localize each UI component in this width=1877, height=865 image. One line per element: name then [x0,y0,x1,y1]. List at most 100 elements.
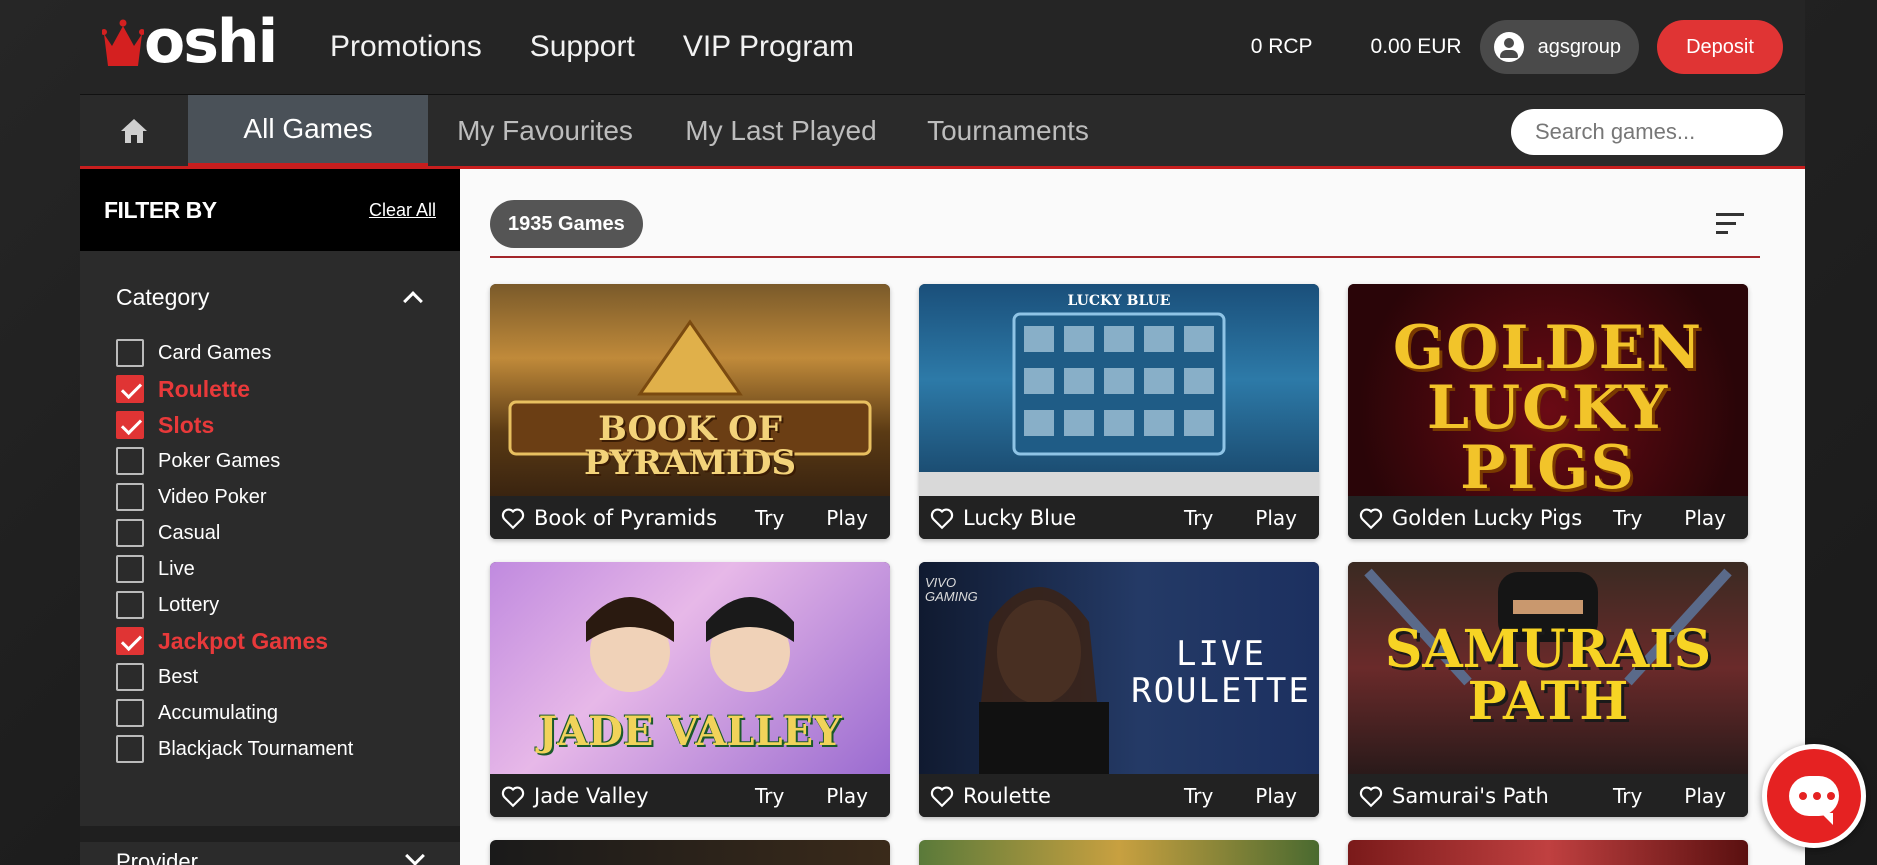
try-button[interactable]: Try [1613,506,1642,530]
category-item[interactable]: Roulette [116,371,424,407]
provider-brand: VIVO GAMING [925,575,978,605]
category-item[interactable]: Best [116,659,424,695]
game-thumbnail[interactable]: VIVO GAMING LIVE ROULETTE [919,562,1319,774]
tab-my-last-played[interactable]: My Last Played [666,95,896,166]
game-thumbnail[interactable]: LUCKY BLUE [919,284,1319,496]
heart-icon[interactable] [1358,783,1384,809]
main-nav: Promotions Support VIP Program [330,30,854,64]
play-button[interactable]: Play [1684,784,1726,808]
checkbox[interactable] [116,555,144,583]
play-button[interactable]: Play [1255,784,1297,808]
search-input[interactable] [1511,109,1783,155]
home-button[interactable] [80,95,188,166]
game-card[interactable]: LUCKY BLUE Lucky Blue Try Play [919,284,1319,539]
play-button[interactable]: Play [1255,506,1297,530]
category-item[interactable]: Live [116,551,424,587]
chat-icon [1789,776,1839,825]
checkbox[interactable] [116,735,144,763]
logo[interactable]: oshi [102,12,278,72]
clear-all-link[interactable]: Clear All [369,200,436,221]
category-item[interactable]: Blackjack Tournament [116,731,424,767]
game-name: Samurai's Path [1392,783,1549,808]
provider-title[interactable]: Provider [116,849,198,865]
user-icon [1493,32,1524,62]
checkbox[interactable] [116,591,144,619]
category-label: Live [158,557,195,580]
game-card[interactable]: GOLDEN LUCKY PIGS Golden Lucky Pigs Try … [1348,284,1748,539]
category-item[interactable]: Lottery [116,587,424,623]
game-card-bar: Lucky Blue Try Play [919,496,1319,539]
checkbox[interactable] [116,339,144,367]
category-item[interactable]: Video Poker [116,479,424,515]
tab-tournaments[interactable]: Tournaments [908,95,1108,166]
game-thumbnail[interactable]: BOOK OF PYRAMIDS [490,284,890,496]
game-art-title: LUCKY BLUE [1067,293,1171,309]
tab-all-games[interactable]: All Games [188,95,428,169]
category-header[interactable]: Category [116,279,424,315]
filter-title: FILTER BY [104,196,217,223]
home-icon [121,118,147,143]
game-card-partial[interactable] [490,840,890,865]
heart-icon[interactable] [500,505,526,531]
checkbox-checked[interactable] [116,411,144,439]
game-card-bar: Jade Valley Try Play [490,774,890,817]
checkbox[interactable] [116,483,144,511]
game-thumbnail[interactable]: GOLDEN LUCKY PIGS [1348,284,1748,496]
checkbox[interactable] [116,663,144,691]
game-card[interactable]: VIVO GAMING LIVE ROULETTE Roulette Try P… [919,562,1319,817]
nav-support[interactable]: Support [530,30,635,64]
checkbox[interactable] [116,519,144,547]
game-thumbnail[interactable]: JADE VALLEY [490,562,890,774]
user-menu-button[interactable]: agsgroup [1479,20,1639,74]
game-card[interactable]: SAMURAIS PATH Samurai's Path Try Play [1348,562,1748,817]
category-item[interactable]: Jackpot Games [116,623,424,659]
sidebar-separator [80,826,460,842]
heart-icon[interactable] [1358,505,1384,531]
heart-icon[interactable] [500,783,526,809]
eur-balance: 0.00 EUR [1370,35,1462,58]
game-card[interactable]: JADE VALLEY Jade Valley Try Play [490,562,890,817]
category-item[interactable]: Casual [116,515,424,551]
game-card-bar: Samurai's Path Try Play [1348,774,1748,817]
games-panel: 1935 Games BOOK OF PYRAMIDS Book of Pyra… [460,169,1805,865]
category-label: Slots [158,411,215,438]
try-button[interactable]: Try [1184,784,1213,808]
tab-my-favourites[interactable]: My Favourites [440,95,650,166]
game-thumbnail[interactable]: SAMURAIS PATH [1348,562,1748,774]
checkbox[interactable] [116,447,144,475]
checkbox-checked[interactable] [116,627,144,655]
play-button[interactable]: Play [826,506,868,530]
top-bar: oshi Promotions Support VIP Program 0 RC… [80,0,1805,95]
try-button[interactable]: Try [755,506,784,530]
try-button[interactable]: Try [1613,784,1642,808]
game-art-title: GOLDEN LUCKY PIGS [1392,313,1704,496]
category-item[interactable]: Card Games [116,335,424,371]
game-name: Book of Pyramids [534,505,718,530]
try-button[interactable]: Try [755,784,784,808]
play-button[interactable]: Play [826,784,868,808]
rcp-balance: 0 RCP [1250,35,1313,58]
chevron-up-icon [403,291,423,311]
category-item[interactable]: Accumulating [116,695,424,731]
category-list: Card Games Roulette Slots Poker Games Video … [116,335,424,767]
nav-vip-program[interactable]: VIP Program [683,30,854,64]
checkbox-checked[interactable] [116,375,144,403]
chat-button[interactable] [1762,744,1866,848]
try-button[interactable]: Try [1184,506,1213,530]
sort-icon[interactable] [1716,213,1744,235]
game-art-title: BOOK OF PYRAMIDS [583,409,797,483]
category-item[interactable]: Poker Games [116,443,424,479]
header-divider [490,256,1760,258]
game-card-partial[interactable] [1348,840,1748,865]
game-card[interactable]: BOOK OF PYRAMIDS Book of Pyramids Try Pl… [490,284,890,539]
game-card-partial[interactable] [919,840,1319,865]
heart-icon[interactable] [929,783,955,809]
checkbox[interactable] [116,699,144,727]
heart-icon[interactable] [929,505,955,531]
category-item[interactable]: Slots [116,407,424,443]
game-name: Golden Lucky Pigs [1392,505,1583,530]
nav-promotions[interactable]: Promotions [330,30,482,64]
deposit-button[interactable]: Deposit [1657,20,1783,74]
play-button[interactable]: Play [1684,506,1726,530]
category-label: Best [158,665,199,688]
